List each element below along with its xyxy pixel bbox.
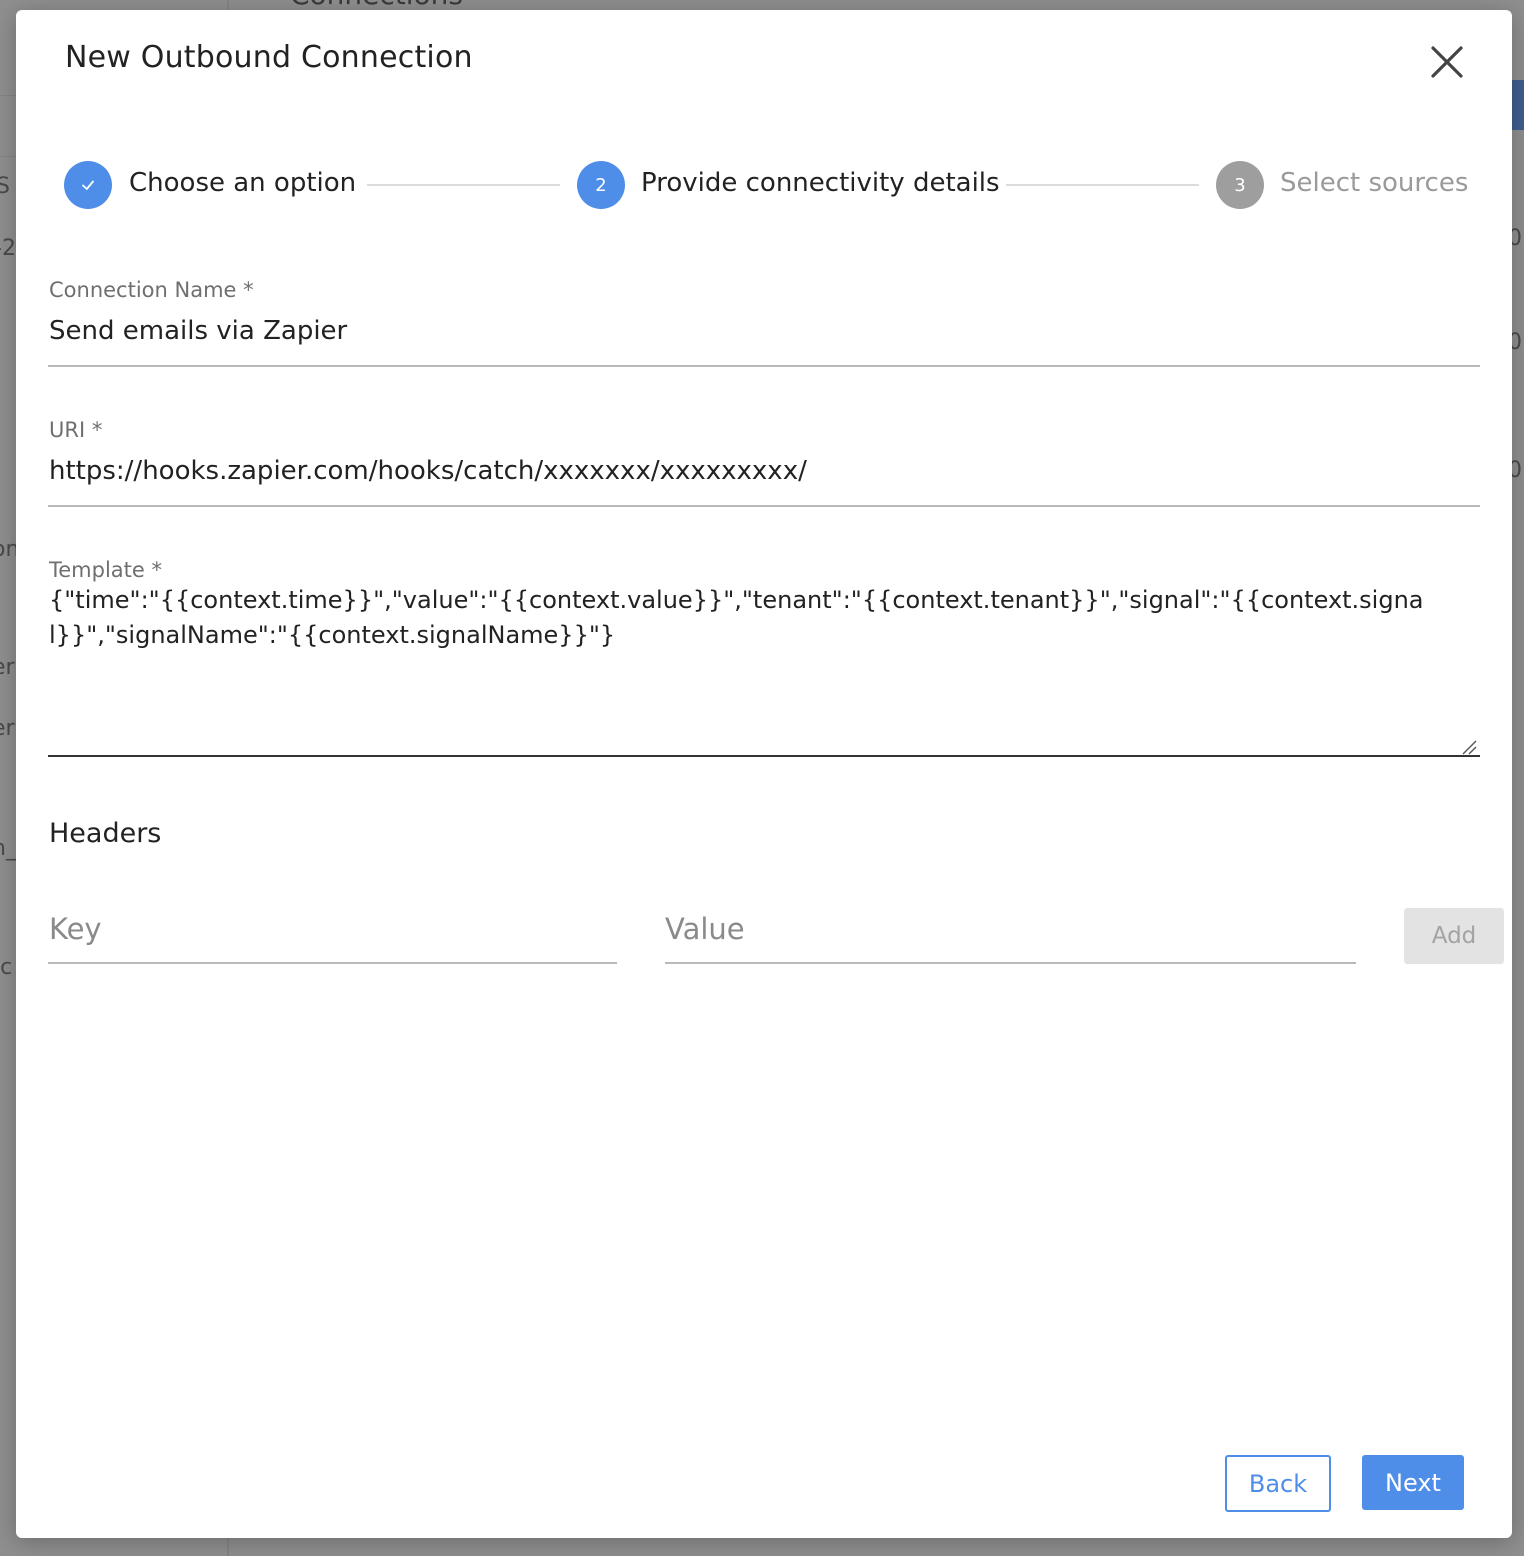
next-button[interactable]: Next	[1362, 1455, 1464, 1510]
background-text: er	[0, 716, 15, 741]
background-button	[1512, 80, 1524, 130]
background-text: n_	[0, 836, 17, 861]
resize-handle-icon[interactable]	[1460, 738, 1478, 756]
connection-name-underline	[48, 365, 1480, 367]
back-button[interactable]: Back	[1225, 1455, 1331, 1512]
close-icon[interactable]	[1428, 43, 1466, 81]
new-connection-dialog: New Outbound Connection Choose an option…	[16, 10, 1512, 1538]
background-text: er	[0, 655, 15, 680]
header-key-underline	[48, 962, 617, 964]
uri-input[interactable]: https://hooks.zapier.com/hooks/catch/xxx…	[49, 456, 807, 486]
step-2-indicator: 2	[577, 161, 625, 209]
step-connector	[367, 184, 560, 186]
background-text: ic	[0, 955, 13, 980]
check-icon	[82, 180, 94, 190]
header-key-input[interactable]: Key	[49, 912, 102, 946]
connection-name-input[interactable]: Send emails via Zapier	[49, 316, 347, 346]
background-divider	[0, 156, 16, 157]
template-label: Template *	[49, 558, 162, 582]
step-3-label: Select sources	[1280, 168, 1469, 198]
dialog-title: New Outbound Connection	[65, 40, 473, 75]
background-text: S	[0, 174, 10, 199]
uri-underline	[48, 505, 1480, 507]
header-value-input[interactable]: Value	[665, 912, 745, 946]
background-text: -2	[0, 236, 16, 261]
step-connector	[1006, 184, 1199, 186]
step-1-label: Choose an option	[129, 168, 357, 198]
step-2-label: Provide connectivity details	[641, 168, 1000, 198]
add-header-button[interactable]: Add	[1404, 908, 1504, 964]
background-divider	[0, 95, 16, 96]
header-value-underline	[665, 962, 1356, 964]
step-1-indicator	[64, 161, 112, 209]
step-3-indicator: 3	[1216, 161, 1264, 209]
template-underline	[48, 755, 1480, 757]
connection-name-label: Connection Name *	[49, 278, 254, 302]
uri-label: URI *	[49, 418, 103, 442]
headers-title: Headers	[49, 818, 162, 849]
template-textarea[interactable]: {"time":"{{context.time}}","value":"{{co…	[49, 583, 1469, 748]
